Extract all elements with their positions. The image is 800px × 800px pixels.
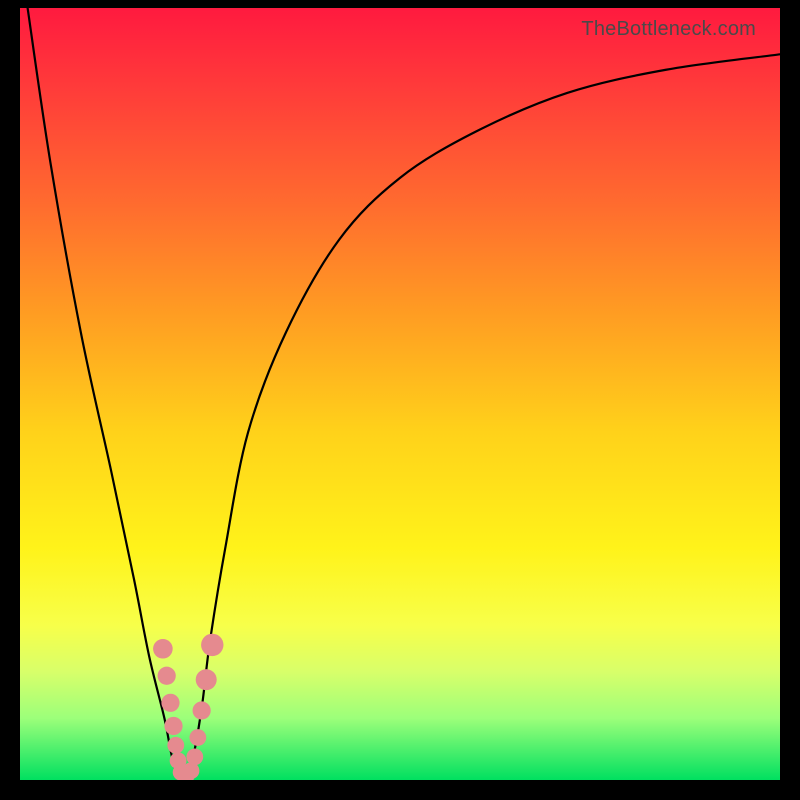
bottleneck-curve-path	[28, 8, 780, 780]
marker-dot	[161, 694, 179, 712]
marker-dot	[193, 701, 211, 719]
marker-dot	[164, 717, 182, 735]
marker-dot	[186, 748, 203, 765]
chart-frame: TheBottleneck.com	[0, 0, 800, 800]
marker-dot	[201, 634, 223, 656]
plot-area: TheBottleneck.com	[20, 8, 780, 780]
curve-layer	[20, 8, 780, 780]
marker-dot	[153, 639, 173, 659]
marker-dot	[167, 737, 184, 754]
marker-dot	[158, 667, 176, 685]
marker-dot	[189, 729, 206, 746]
marker-dot	[196, 669, 217, 690]
marker-group	[153, 634, 223, 780]
